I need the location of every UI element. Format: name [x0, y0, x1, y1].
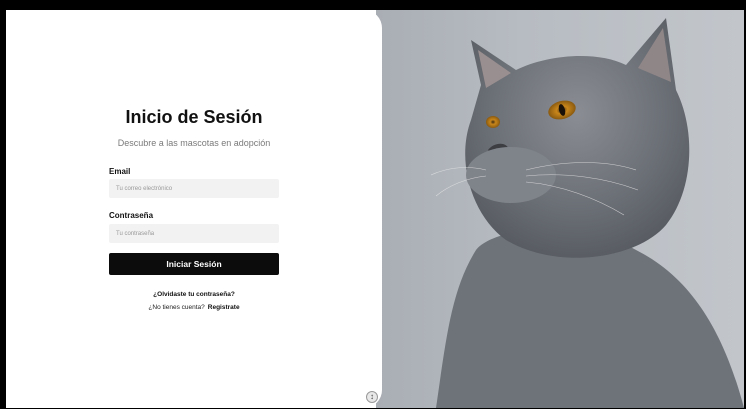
- email-field[interactable]: Tu correo electrónico: [109, 179, 279, 198]
- email-placeholder: Tu correo electrónico: [116, 185, 173, 192]
- no-account-text: ¿No tienes cuenta?: [148, 304, 205, 311]
- password-placeholder: Tu contraseña: [116, 230, 155, 237]
- expand-icon[interactable]: ↕: [366, 391, 378, 403]
- login-button[interactable]: Iniciar Sesión: [109, 253, 279, 275]
- cat-hero-image: [376, 10, 744, 408]
- register-link[interactable]: Registrate: [208, 304, 240, 311]
- password-label: Contraseña: [109, 211, 154, 220]
- email-label: Email: [109, 167, 131, 176]
- forgot-password-link[interactable]: ¿Olvidaste tu contraseña?: [6, 291, 382, 298]
- login-card: Inicio de Sesión Descubre a las mascotas…: [6, 10, 382, 408]
- app-window: Inicio de Sesión Descubre a las mascotas…: [6, 10, 744, 408]
- page-title: Inicio de Sesión: [125, 107, 263, 127]
- page-subtitle: Descubre a las mascotas en adopción: [117, 138, 271, 148]
- password-field[interactable]: Tu contraseña: [109, 224, 279, 243]
- signup-line: ¿No tienes cuenta? Registrate: [6, 304, 382, 311]
